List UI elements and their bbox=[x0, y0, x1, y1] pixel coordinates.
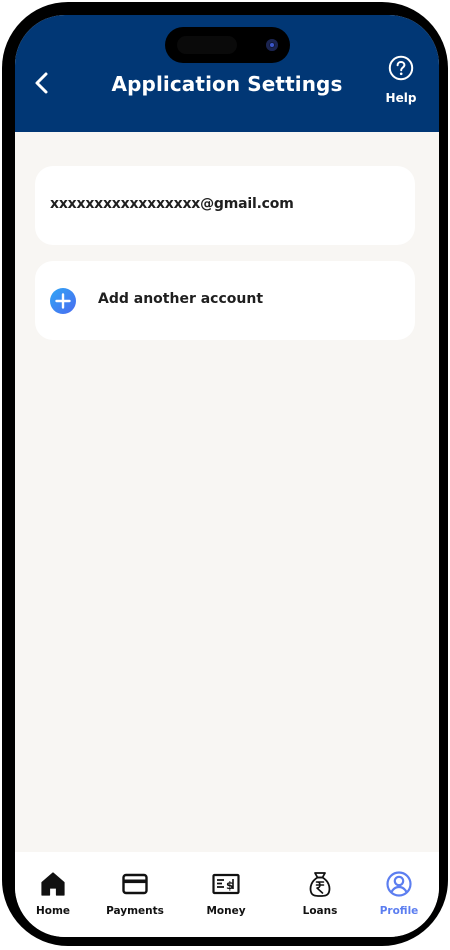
rupee-bag-icon bbox=[309, 872, 331, 897]
plus-circle-icon bbox=[50, 288, 76, 314]
chevron-left-icon bbox=[35, 72, 48, 94]
app-header: Application Settings Help bbox=[15, 15, 439, 132]
phone-frame: Application Settings Help xxxxxxxxxxxxxx… bbox=[2, 2, 448, 946]
tab-loans[interactable]: Loans bbox=[291, 852, 349, 922]
tab-label-payments: Payments bbox=[106, 905, 164, 917]
home-icon bbox=[41, 872, 65, 896]
tab-label-home: Home bbox=[35, 905, 71, 917]
card-icon bbox=[122, 873, 148, 895]
tab-label-money: Money bbox=[206, 905, 246, 917]
account-email: xxxxxxxxxxxxxxxxx@gmail.com bbox=[50, 196, 294, 212]
add-account-button[interactable]: Add another account bbox=[35, 261, 415, 340]
money-icon: $ bbox=[212, 873, 240, 895]
page-title: Application Settings bbox=[111, 72, 343, 96]
tab-profile[interactable]: Profile bbox=[371, 852, 427, 922]
tab-home[interactable]: Home bbox=[27, 852, 79, 922]
tab-label-loans: Loans bbox=[302, 905, 338, 917]
add-account-label: Add another account bbox=[98, 291, 264, 307]
account-card[interactable]: xxxxxxxxxxxxxxxxx@gmail.com bbox=[35, 166, 415, 245]
profile-icon bbox=[386, 871, 412, 897]
device: Application Settings Help xxxxxxxxxxxxxx… bbox=[0, 0, 450, 950]
tab-payments[interactable]: Payments bbox=[99, 852, 171, 922]
back-button[interactable] bbox=[29, 67, 55, 99]
bottom-tab-bar: Home Payments $ Money Loans Profile bbox=[15, 852, 439, 937]
island-pill bbox=[177, 36, 237, 54]
tab-label-profile: Profile bbox=[379, 905, 419, 917]
help-button[interactable]: Help bbox=[379, 55, 423, 111]
dynamic-island bbox=[165, 27, 290, 63]
help-label: Help bbox=[385, 91, 417, 105]
camera-icon bbox=[266, 39, 278, 51]
help-circle-icon bbox=[388, 55, 414, 81]
screen: Application Settings Help xxxxxxxxxxxxxx… bbox=[15, 15, 439, 937]
tab-money[interactable]: $ Money bbox=[195, 852, 257, 922]
